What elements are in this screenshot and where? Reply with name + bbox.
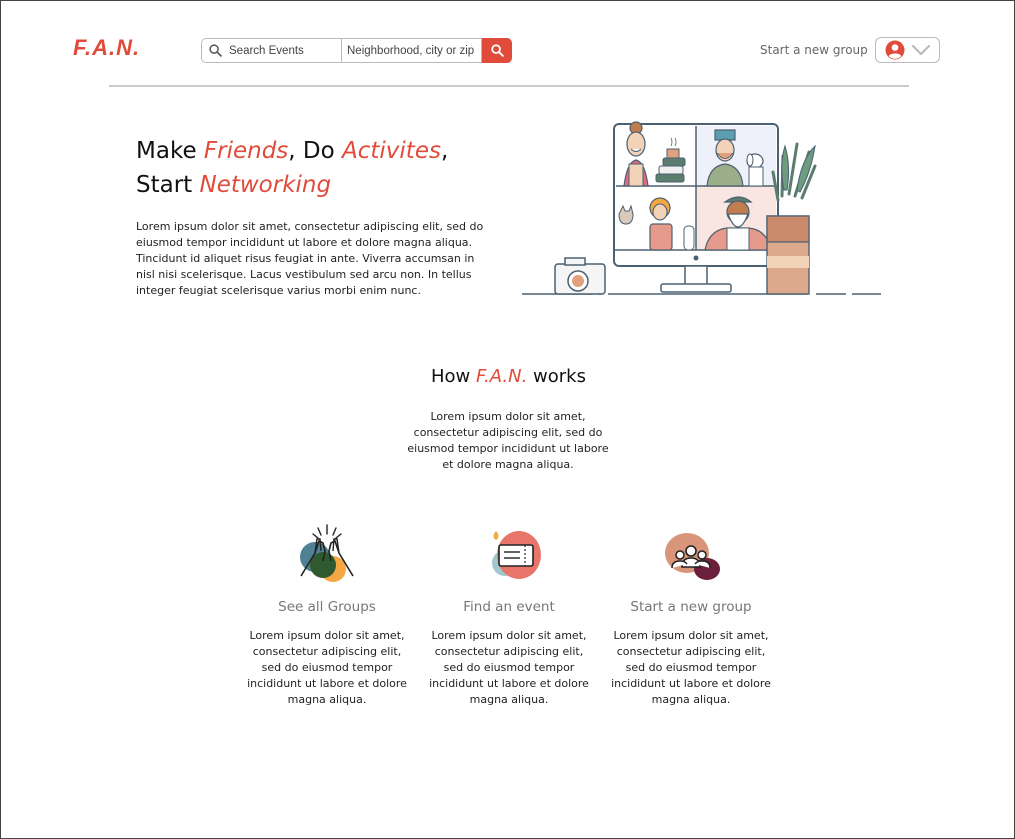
feature-description: Lorem ipsum dolor sit amet, consectetur … <box>429 629 589 706</box>
search-icon <box>209 44 222 57</box>
user-menu-button[interactable] <box>875 37 940 63</box>
hero-description: Lorem ipsum dolor sit amet, consectetur … <box>136 220 484 297</box>
group-icon <box>665 533 720 580</box>
ticket-icon <box>492 531 541 579</box>
logo[interactable]: F.A.N. <box>73 35 140 61</box>
feature-description: Lorem ipsum dolor sit amet, consectetur … <box>247 629 407 706</box>
search-icon <box>490 44 504 57</box>
location-input[interactable] <box>347 44 481 57</box>
feature-title[interactable]: Start a new group <box>606 599 776 615</box>
how-it-works-description: Lorem ipsum dolor sit amet, consectetur … <box>407 410 609 471</box>
chevron-down-icon <box>911 44 931 56</box>
header: F.A.N. Start a new group <box>1 1 1015 87</box>
feature-start-new-group[interactable]: Start a new group Lorem ipsum dolor sit … <box>606 521 776 708</box>
how-it-works-title: How F.A.N. works <box>431 366 586 387</box>
start-new-group-link[interactable]: Start a new group <box>760 43 868 57</box>
video-call-illustration <box>522 121 881 295</box>
search-bar <box>201 38 512 63</box>
location-field[interactable] <box>341 38 482 63</box>
feature-find-event[interactable]: Find an event Lorem ipsum dolor sit amet… <box>424 521 594 708</box>
high-five-icon <box>300 524 354 582</box>
feature-see-all-groups[interactable]: See all Groups Lorem ipsum dolor sit ame… <box>242 521 412 708</box>
event-search-field[interactable] <box>201 38 341 63</box>
search-button[interactable] <box>482 38 512 63</box>
user-avatar-icon <box>885 40 905 60</box>
feature-description: Lorem ipsum dolor sit amet, consectetur … <box>611 629 771 706</box>
hero-title: Make Friends, Do Activites, Start Networ… <box>136 138 449 198</box>
header-divider <box>109 85 909 87</box>
feature-title[interactable]: Find an event <box>424 599 594 615</box>
event-search-input[interactable] <box>229 44 341 57</box>
feature-title[interactable]: See all Groups <box>242 599 412 615</box>
